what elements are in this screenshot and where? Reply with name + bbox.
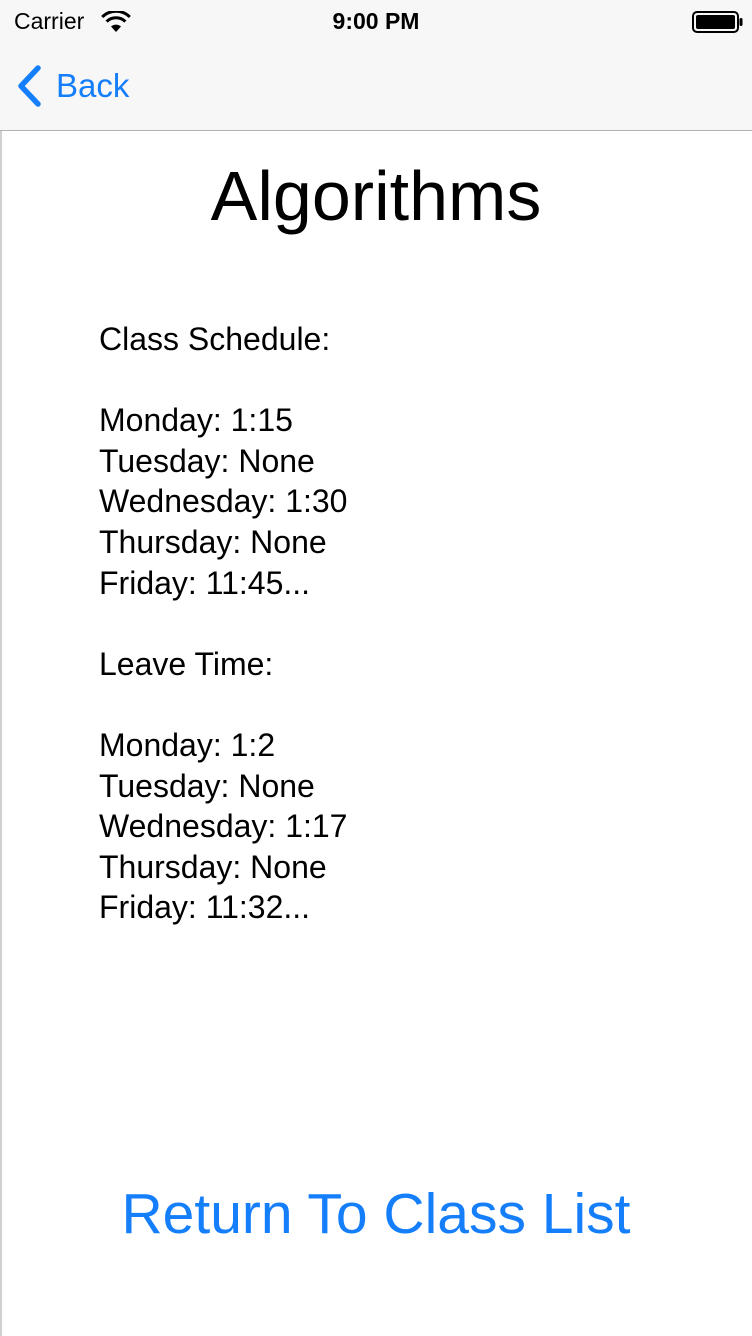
chevron-left-icon — [18, 65, 41, 107]
schedule-wednesday: Wednesday: 1:30 — [99, 483, 348, 520]
leave-wednesday: Wednesday: 1:17 — [99, 808, 348, 845]
leave-tuesday: Tuesday: None — [99, 767, 315, 804]
leave-header: Leave Time: — [99, 645, 274, 682]
schedule-header: Class Schedule: — [99, 321, 331, 357]
page-title: Algorithms — [210, 157, 542, 235]
status-time: 9:00 PM — [332, 8, 420, 34]
leave-friday: Friday: 11:32... — [99, 889, 311, 926]
top-chrome: Carrier 9:00 PM Back — [0, 0, 752, 131]
status-bar: Carrier 9:00 PM — [0, 0, 752, 42]
leave-monday: Monday: 1:2 — [99, 726, 276, 763]
schedule-friday: Friday: 11:45... — [99, 564, 311, 601]
navigation-bar: Back — [0, 42, 752, 130]
leave-thursday: Thursday: None — [99, 848, 327, 885]
class-details: Class Schedule: Monday: 1:15 Tuesday: No… — [99, 319, 659, 928]
schedule-tuesday: Tuesday: None — [99, 442, 315, 479]
battery-icon — [692, 11, 743, 33]
screen: Carrier 9:00 PM Back Algorithms Class Sc… — [0, 0, 752, 1336]
schedule-monday: Monday: 1:15 — [99, 402, 293, 439]
back-button[interactable]: Back — [16, 64, 129, 108]
back-label: Back — [56, 67, 130, 104]
schedule-thursday: Thursday: None — [99, 523, 327, 560]
return-to-class-list-button[interactable]: Return To Class List — [0, 1178, 752, 1250]
